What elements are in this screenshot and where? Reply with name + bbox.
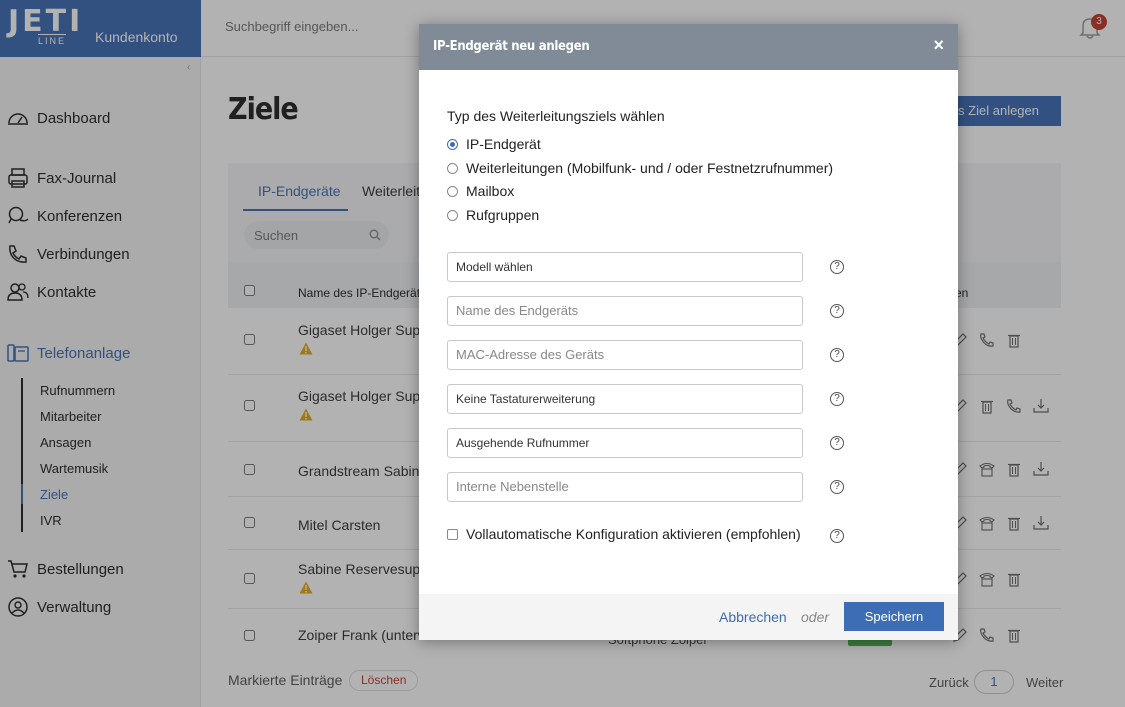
help-icon[interactable]: ? — [830, 348, 844, 362]
close-icon[interactable]: × — [933, 35, 944, 56]
help-icon[interactable]: ? — [830, 260, 844, 274]
help-icon[interactable]: ? — [830, 392, 844, 406]
radio-option-weiterleitungen[interactable]: Weiterleitungen (Mobilfunk- und / oder F… — [447, 160, 833, 176]
radio-option-rufgruppen[interactable]: Rufgruppen — [447, 207, 539, 223]
device-name-input[interactable] — [447, 296, 803, 326]
radio-button[interactable] — [447, 138, 458, 150]
radio-button[interactable] — [447, 162, 458, 174]
create-ip-device-modal: IP-Endgerät neu anlegen × Typ des Weiter… — [419, 24, 958, 640]
radio-button[interactable] — [447, 185, 458, 197]
model-select[interactable]: Modell wählen — [447, 252, 803, 282]
auto-config-label: Vollautomatische Konfiguration aktiviere… — [466, 526, 801, 542]
cancel-link[interactable]: Abbrechen — [719, 609, 787, 625]
help-icon[interactable]: ? — [830, 529, 844, 543]
modal-footer: Abbrechen oder Speichern — [419, 594, 958, 640]
or-text: oder — [801, 609, 830, 625]
internal-extension-input[interactable] — [447, 472, 803, 502]
save-button[interactable]: Speichern — [844, 602, 944, 631]
auto-config-checkbox[interactable] — [447, 528, 458, 540]
keyboard-extension-select[interactable]: Keine Tastaturerweiterung — [447, 384, 803, 414]
modal-title: IP-Endgerät neu anlegen — [433, 39, 590, 54]
target-type-label: Typ des Weiterleitungsziels wählen — [447, 108, 665, 124]
auto-config-checkbox-row[interactable]: Vollautomatische Konfiguration aktiviere… — [447, 526, 801, 542]
help-icon[interactable]: ? — [830, 480, 844, 494]
radio-label: Rufgruppen — [466, 207, 540, 223]
radio-label: Weiterleitungen (Mobilfunk- und / oder F… — [466, 160, 834, 176]
help-icon[interactable]: ? — [830, 304, 844, 318]
help-icon[interactable]: ? — [830, 436, 844, 450]
radio-button[interactable] — [447, 209, 458, 221]
outgoing-number-select[interactable]: Ausgehende Rufnummer — [447, 428, 803, 458]
modal-header: IP-Endgerät neu anlegen × — [419, 24, 958, 70]
mac-address-input[interactable] — [447, 340, 803, 370]
radio-option-ip-endgeraet[interactable]: IP-Endgerät — [447, 136, 541, 152]
radio-label: IP-Endgerät — [466, 136, 541, 152]
radio-option-mailbox[interactable]: Mailbox — [447, 183, 514, 199]
radio-label: Mailbox — [466, 183, 515, 199]
